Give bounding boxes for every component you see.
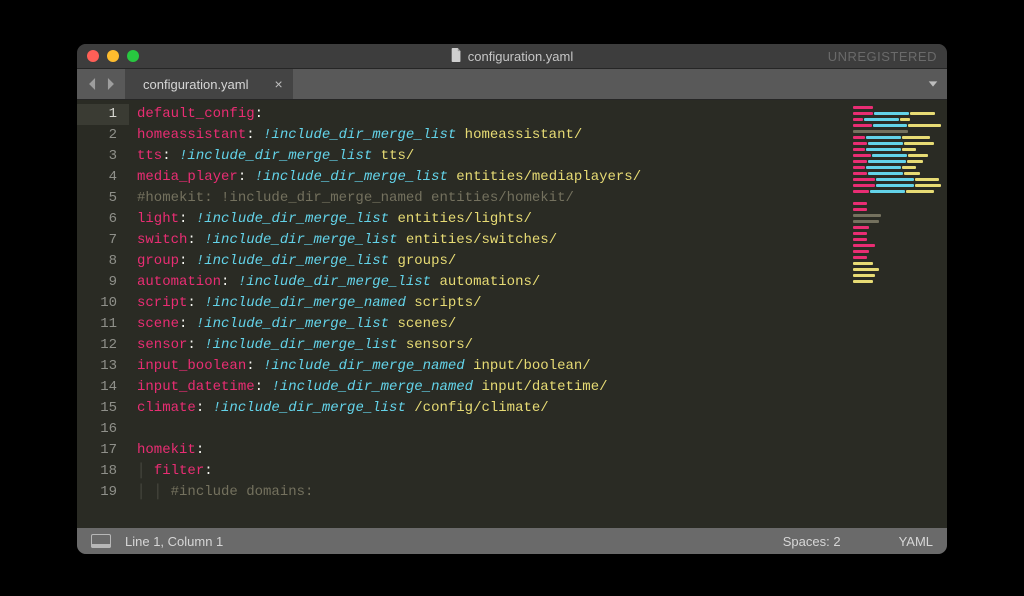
code-content[interactable]: default_config:homeassistant: !include_d… bbox=[129, 100, 947, 528]
line-number: 19 bbox=[77, 482, 117, 503]
titlebar: configuration.yaml UNREGISTERED bbox=[77, 44, 947, 69]
line-number: 18 bbox=[77, 461, 117, 482]
window-title: configuration.yaml bbox=[77, 48, 947, 65]
indentation-setting[interactable]: Spaces: 2 bbox=[783, 534, 841, 549]
unregistered-label: UNREGISTERED bbox=[828, 49, 937, 64]
code-line[interactable]: │ │ #include domains: bbox=[137, 482, 947, 503]
tab-configuration-yaml[interactable]: configuration.yaml × bbox=[125, 69, 293, 99]
code-line[interactable]: tts: !include_dir_merge_list tts/ bbox=[137, 146, 947, 167]
minimize-window-button[interactable] bbox=[107, 50, 119, 62]
line-number-gutter: 12345678910111213141516171819 bbox=[77, 100, 129, 528]
document-icon bbox=[451, 48, 462, 65]
line-number: 9 bbox=[77, 272, 117, 293]
window-title-text: configuration.yaml bbox=[468, 49, 574, 64]
history-back-button[interactable] bbox=[83, 69, 101, 99]
code-line[interactable] bbox=[137, 419, 947, 440]
code-line[interactable]: climate: !include_dir_merge_list /config… bbox=[137, 398, 947, 419]
tab-bar: configuration.yaml × bbox=[77, 69, 947, 100]
syntax-setting[interactable]: YAML bbox=[899, 534, 933, 549]
line-number: 17 bbox=[77, 440, 117, 461]
history-forward-button[interactable] bbox=[101, 69, 119, 99]
line-number: 7 bbox=[77, 230, 117, 251]
line-number: 1 bbox=[77, 104, 129, 125]
line-number: 13 bbox=[77, 356, 117, 377]
code-line[interactable]: #homekit: !include_dir_merge_named entit… bbox=[137, 188, 947, 209]
code-line[interactable]: default_config: bbox=[137, 104, 947, 125]
zoom-window-button[interactable] bbox=[127, 50, 139, 62]
line-number: 5 bbox=[77, 188, 117, 209]
line-number: 3 bbox=[77, 146, 117, 167]
code-line[interactable]: input_datetime: !include_dir_merge_named… bbox=[137, 377, 947, 398]
tab-overflow-button[interactable] bbox=[927, 69, 939, 99]
close-tab-button[interactable]: × bbox=[275, 77, 283, 91]
code-line[interactable]: sensor: !include_dir_merge_list sensors/ bbox=[137, 335, 947, 356]
console-icon[interactable] bbox=[91, 534, 111, 548]
line-number: 16 bbox=[77, 419, 117, 440]
editor-window: configuration.yaml UNREGISTERED configur… bbox=[77, 44, 947, 554]
line-number: 4 bbox=[77, 167, 117, 188]
line-number: 8 bbox=[77, 251, 117, 272]
line-number: 2 bbox=[77, 125, 117, 146]
line-number: 11 bbox=[77, 314, 117, 335]
code-line[interactable]: input_boolean: !include_dir_merge_named … bbox=[137, 356, 947, 377]
status-bar: Line 1, Column 1 Spaces: 2 YAML bbox=[77, 528, 947, 554]
code-line[interactable]: │ filter: bbox=[137, 461, 947, 482]
code-line[interactable]: group: !include_dir_merge_list groups/ bbox=[137, 251, 947, 272]
code-line[interactable]: automation: !include_dir_merge_list auto… bbox=[137, 272, 947, 293]
editor-area[interactable]: 12345678910111213141516171819 default_co… bbox=[77, 100, 947, 528]
code-line[interactable]: switch: !include_dir_merge_list entities… bbox=[137, 230, 947, 251]
code-line[interactable]: homeassistant: !include_dir_merge_list h… bbox=[137, 125, 947, 146]
code-line[interactable]: homekit: bbox=[137, 440, 947, 461]
tab-label: configuration.yaml bbox=[143, 77, 249, 92]
minimap[interactable] bbox=[847, 100, 947, 528]
line-number: 6 bbox=[77, 209, 117, 230]
line-number: 15 bbox=[77, 398, 117, 419]
close-window-button[interactable] bbox=[87, 50, 99, 62]
code-line[interactable]: scene: !include_dir_merge_list scenes/ bbox=[137, 314, 947, 335]
cursor-position[interactable]: Line 1, Column 1 bbox=[125, 534, 223, 549]
code-line[interactable]: script: !include_dir_merge_named scripts… bbox=[137, 293, 947, 314]
code-line[interactable]: media_player: !include_dir_merge_list en… bbox=[137, 167, 947, 188]
line-number: 10 bbox=[77, 293, 117, 314]
code-line[interactable]: light: !include_dir_merge_list entities/… bbox=[137, 209, 947, 230]
line-number: 12 bbox=[77, 335, 117, 356]
window-controls bbox=[77, 50, 139, 62]
line-number: 14 bbox=[77, 377, 117, 398]
